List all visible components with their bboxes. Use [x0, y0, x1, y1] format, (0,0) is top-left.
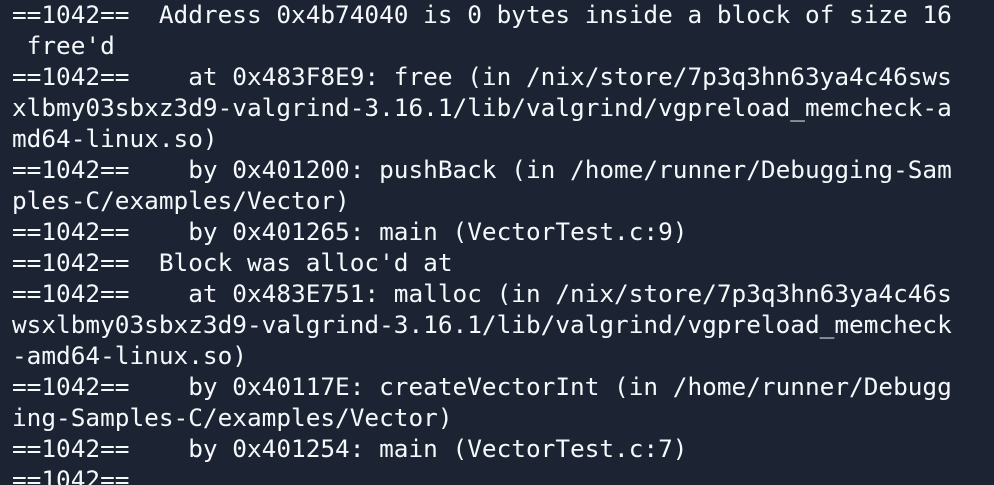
terminal-line: xlbmy03sbxz3d9-valgrind-3.16.1/lib/valgr…	[12, 93, 952, 122]
terminal-line: ing-Samples-C/examples/Vector)	[12, 403, 453, 432]
terminal-line: wsxlbmy03sbxz3d9-valgrind-3.16.1/lib/val…	[12, 310, 952, 339]
terminal-line: ==1042== by 0x401200: pushBack (in /home…	[12, 155, 952, 184]
terminal-line: md64-linux.so)	[12, 124, 218, 153]
terminal-line: ==1042== by 0x40117E: createVectorInt (i…	[12, 372, 952, 401]
terminal-output[interactable]: ==1042== Address 0x4b74040 is 0 bytes in…	[0, 0, 994, 485]
terminal-line: ==1042== Address 0x4b74040 is 0 bytes in…	[12, 0, 952, 29]
terminal-line: ==1042== at 0x483F8E9: free (in /nix/sto…	[12, 62, 952, 91]
terminal-line: ==1042==	[12, 465, 130, 485]
terminal-line: ples-C/examples/Vector)	[12, 186, 350, 215]
terminal-line: ==1042== at 0x483E751: malloc (in /nix/s…	[12, 279, 952, 308]
terminal-line: ==1042== Block was alloc'd at	[12, 248, 453, 277]
terminal-line: -amd64-linux.so)	[12, 341, 247, 370]
terminal-line: free'd	[12, 31, 115, 60]
terminal-line: ==1042== by 0x401265: main (VectorTest.c…	[12, 217, 688, 246]
terminal-line: ==1042== by 0x401254: main (VectorTest.c…	[12, 434, 688, 463]
